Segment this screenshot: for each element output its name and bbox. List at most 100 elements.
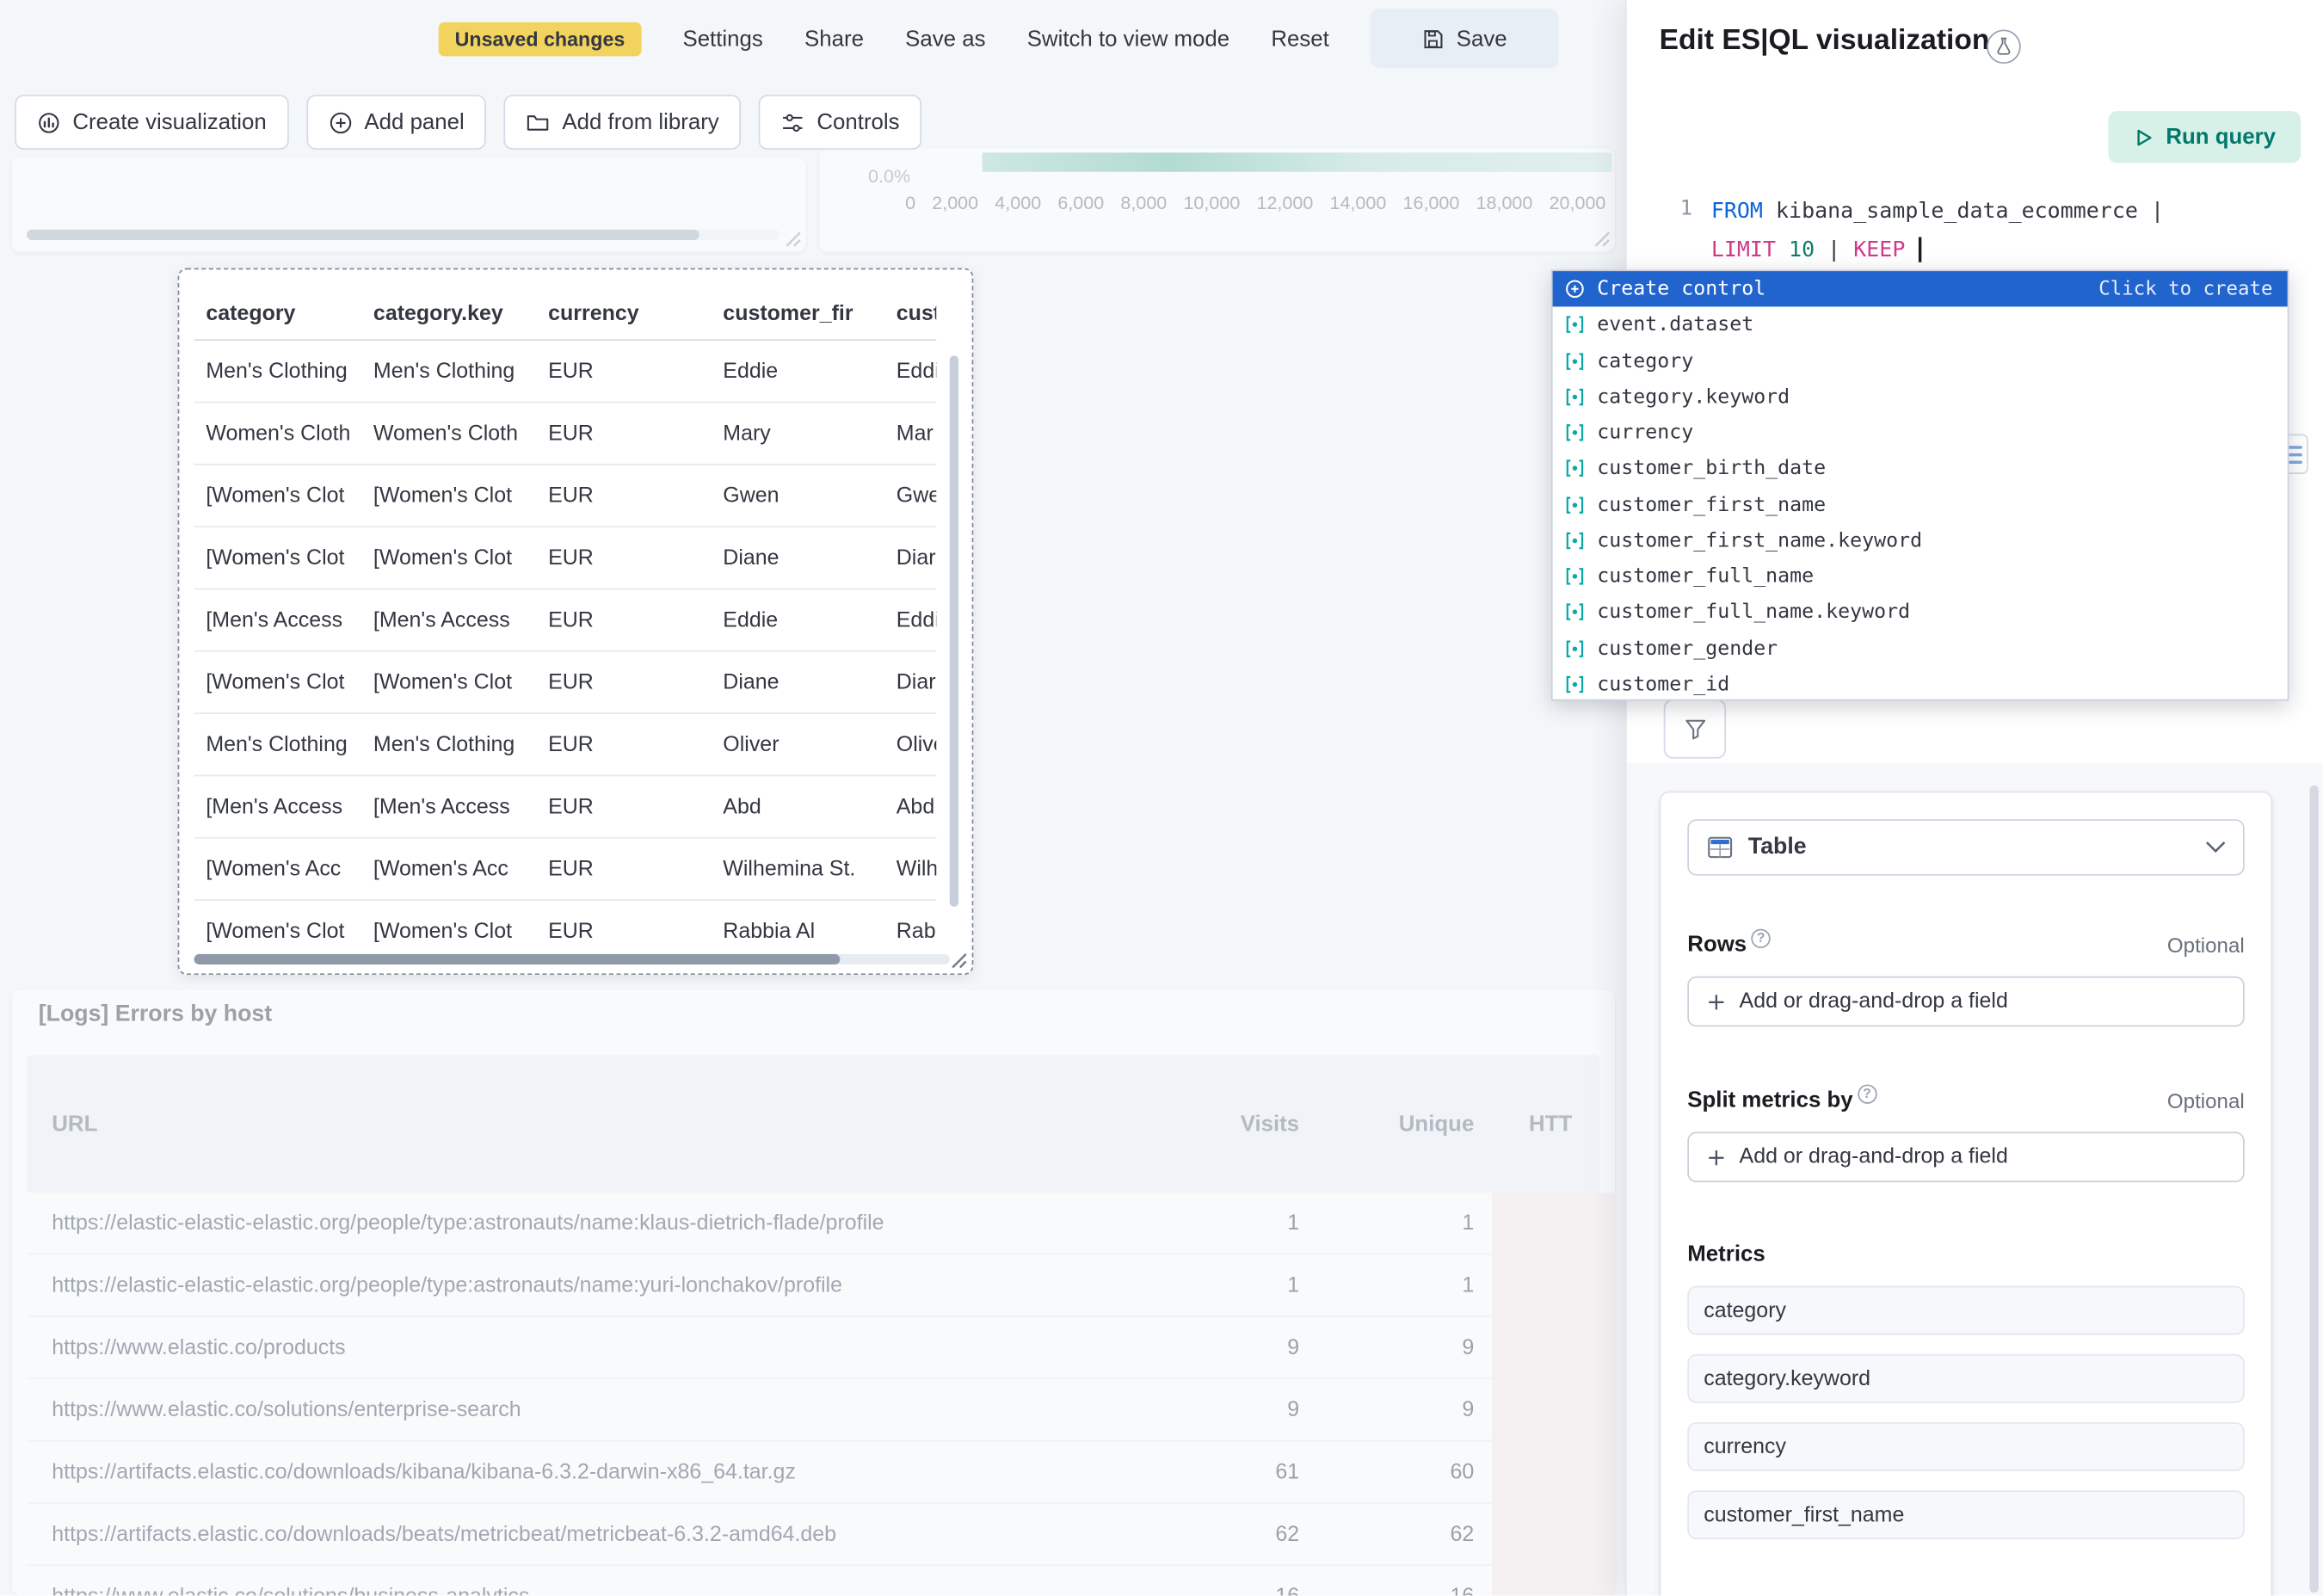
suggestion-field-item[interactable]: currency bbox=[1553, 415, 2288, 451]
cell-full-name: Gwe bbox=[884, 484, 936, 508]
cell-currency: EUR bbox=[536, 919, 711, 943]
top-menu-item[interactable]: Share bbox=[804, 26, 864, 51]
cell-unique: 60 bbox=[1451, 1460, 1475, 1484]
top-menu-item[interactable]: Switch to view mode bbox=[1027, 26, 1229, 51]
suggestion-field-item[interactable]: customer_gender bbox=[1553, 631, 2288, 667]
cell-category-key: [Women's Clot bbox=[361, 919, 536, 943]
cell-category: [Women's Clot bbox=[194, 484, 362, 508]
vertical-scrollbar[interactable] bbox=[950, 355, 958, 907]
suggestion-hint: Click to create bbox=[2098, 278, 2272, 300]
table-row: https://elastic-elastic-elastic.org/peop… bbox=[27, 1254, 1600, 1316]
add-from-library-button[interactable]: Add from library bbox=[504, 95, 741, 150]
run-query-label: Run query bbox=[2166, 125, 2276, 150]
table-chart-icon bbox=[1707, 834, 1734, 860]
suggestion-create-control[interactable]: Create control Click to create bbox=[1553, 271, 2288, 307]
token-number: 10 bbox=[1776, 237, 1827, 262]
suggestion-field-item[interactable]: customer_full_name bbox=[1553, 558, 2288, 595]
suggestion-field-item[interactable]: customer_full_name.keyword bbox=[1553, 595, 2288, 631]
top-menu-item[interactable]: Save as bbox=[905, 26, 985, 51]
horizontal-scrollbar[interactable] bbox=[27, 230, 779, 240]
cell-visits: 62 bbox=[1275, 1522, 1299, 1546]
cell-full-name: Olive bbox=[884, 732, 936, 756]
table-row: [Women's Clot [Women's Clot EUR Diane Di… bbox=[194, 527, 937, 589]
x-axis-tick-label: 2,000 bbox=[932, 193, 978, 213]
cell-visits: 1 bbox=[1287, 1211, 1299, 1236]
metric-field-pill[interactable]: category.keyword bbox=[1687, 1354, 2244, 1403]
top-menu-item[interactable]: Reset bbox=[1271, 26, 1328, 51]
suggestion-label: customer_first_name bbox=[1597, 493, 1826, 517]
table-row: Men's Clothing Men's Clothing EUR Oliver… bbox=[194, 714, 937, 776]
editor-filter-button[interactable] bbox=[1664, 699, 1726, 759]
rows-add-field-button[interactable]: Add or drag-and-drop a field bbox=[1687, 977, 2244, 1027]
resize-handle-icon[interactable] bbox=[951, 952, 967, 969]
cell-unique: 16 bbox=[1451, 1585, 1475, 1596]
suggestion-field-item[interactable]: customer_first_name.keyword bbox=[1553, 522, 2288, 558]
column-header: currency bbox=[536, 301, 711, 325]
suggestion-label: customer_full_name bbox=[1597, 564, 1814, 588]
table-row: [Women's Clot [Women's Clot EUR Diane Di… bbox=[194, 652, 937, 714]
column-header-http: HTT bbox=[1529, 1111, 1594, 1136]
top-menu-item[interactable]: Settings bbox=[682, 26, 762, 51]
app-root: Unsaved changes SettingsShareSave asSwit… bbox=[0, 0, 2323, 1596]
save-button[interactable]: Save bbox=[1371, 9, 1559, 68]
suggestion-field-item[interactable]: customer_birth_date bbox=[1553, 451, 2288, 487]
cell-first-name: Gwen bbox=[712, 484, 884, 508]
panel-esql-table-selected[interactable]: category category.key currency customer_… bbox=[178, 268, 974, 975]
cell-currency: EUR bbox=[536, 484, 711, 508]
field-icon bbox=[1564, 494, 1585, 515]
column-header: category bbox=[194, 301, 362, 325]
cell-category: Women's Cloth bbox=[194, 422, 362, 446]
code-line-2: LIMIT 10 | KEEP bbox=[1711, 231, 2164, 269]
flyout-title: Edit ES|QL visualization bbox=[1660, 24, 1990, 59]
table-row: https://www.elastic.co/products 9 9 bbox=[27, 1317, 1600, 1379]
x-axis-tick-label: 14,000 bbox=[1329, 193, 1386, 213]
cell-url: https://elastic-elastic-elastic.org/peop… bbox=[52, 1273, 842, 1297]
cell-unique: 1 bbox=[1462, 1273, 1474, 1297]
add-panel-label: Add panel bbox=[364, 109, 464, 134]
metric-field-pill[interactable]: category bbox=[1687, 1286, 2244, 1335]
cell-first-name: Mary bbox=[712, 422, 884, 446]
help-icon: ? bbox=[1751, 929, 1770, 948]
suggestion-field-item[interactable]: category.keyword bbox=[1553, 379, 2288, 415]
cell-unique: 62 bbox=[1451, 1522, 1475, 1546]
panel-logs-errors: [Logs] Errors by host URL Visits Unique … bbox=[12, 989, 1615, 1595]
table-row: https://artifacts.elastic.co/downloads/b… bbox=[27, 1504, 1600, 1566]
cell-full-name: Eddi bbox=[884, 608, 936, 632]
cell-unique: 9 bbox=[1462, 1398, 1474, 1422]
esql-code-editor[interactable]: FROM kibana_sample_data_ecommerce | LIMI… bbox=[1711, 194, 2164, 270]
run-query-button[interactable]: Run query bbox=[2108, 111, 2301, 163]
cell-first-name: Abd bbox=[712, 795, 884, 819]
suggestion-field-item[interactable]: event.dataset bbox=[1553, 307, 2288, 343]
cell-category-key: [Men's Access bbox=[361, 795, 536, 819]
cell-currency: EUR bbox=[536, 546, 711, 570]
suggestion-field-item[interactable]: category bbox=[1553, 343, 2288, 379]
flyout-scrollbar[interactable] bbox=[2310, 786, 2319, 1593]
suggestion-field-item[interactable]: customer_first_name bbox=[1553, 487, 2288, 523]
add-panel-button[interactable]: Add panel bbox=[306, 95, 486, 150]
cell-category-key: Women's Cloth bbox=[361, 422, 536, 446]
horizontal-scrollbar[interactable] bbox=[194, 954, 950, 964]
metric-field-pill[interactable]: currency bbox=[1687, 1422, 2244, 1471]
controls-button[interactable]: Controls bbox=[759, 95, 921, 150]
optional-label: Optional bbox=[2167, 933, 2245, 957]
table-row: [Women's Acc [Women's Acc EUR Wilhemina … bbox=[194, 839, 937, 901]
cell-currency: EUR bbox=[536, 422, 711, 446]
resize-handle-icon[interactable] bbox=[1594, 231, 1611, 248]
split-metrics-add-field-button[interactable]: Add or drag-and-drop a field bbox=[1687, 1132, 2244, 1183]
metric-field-pill[interactable]: customer_first_name bbox=[1687, 1490, 2244, 1539]
suggestion-label: Create control bbox=[1597, 277, 1765, 301]
funnel-icon bbox=[1684, 718, 1706, 740]
x-axis-tick-label: 0 bbox=[905, 193, 915, 213]
optional-label: Optional bbox=[2167, 1088, 2245, 1112]
cell-currency: EUR bbox=[536, 732, 711, 756]
x-axis-tick-label: 20,000 bbox=[1550, 193, 1606, 213]
resize-handle-icon[interactable] bbox=[786, 231, 802, 248]
create-visualization-button[interactable]: Create visualization bbox=[15, 95, 288, 150]
chart-x-axis: 02,0004,0006,0008,00010,00012,00014,0001… bbox=[905, 193, 1605, 213]
field-icon bbox=[1564, 422, 1585, 443]
dashboard-edit-toolbar: Create visualization Add panel Add from … bbox=[15, 95, 921, 150]
cell-url: https://artifacts.elastic.co/downloads/k… bbox=[52, 1460, 796, 1484]
chart-type-selector[interactable]: Table bbox=[1687, 819, 2244, 875]
suggestion-field-item[interactable]: customer_id bbox=[1553, 666, 2288, 702]
visualization-config-card: Table Rows? Optional Add or drag-and-dro… bbox=[1661, 792, 2271, 1595]
